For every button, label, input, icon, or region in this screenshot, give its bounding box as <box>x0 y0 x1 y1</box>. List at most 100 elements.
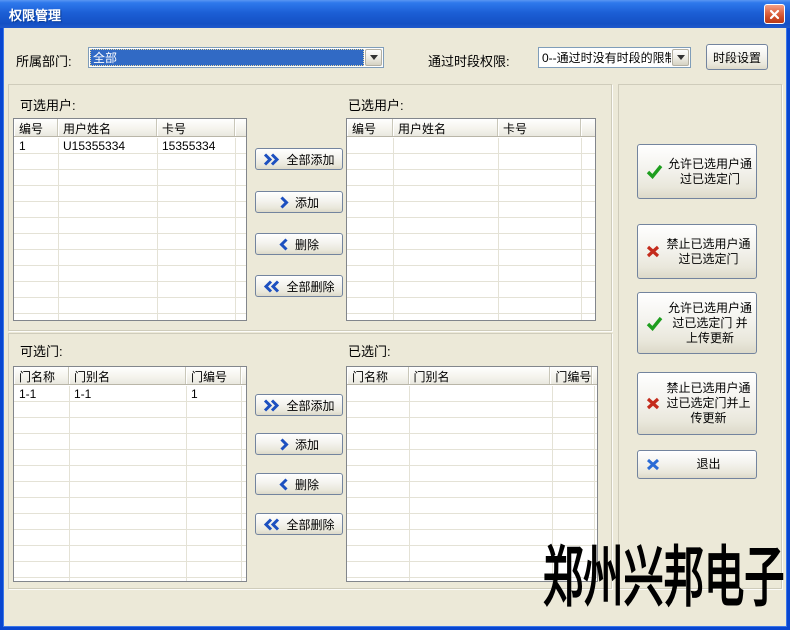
button-label: 全部删除 <box>286 278 334 295</box>
selected-doors-header: 门名称 门别名 门编号 <box>347 367 597 385</box>
available-doors-label: 可选门: <box>20 341 63 360</box>
close-button[interactable] <box>764 4 785 24</box>
column-header[interactable]: 卡号 <box>498 119 581 136</box>
column-separator <box>69 386 70 581</box>
time-settings-button[interactable]: 时段设置 <box>706 44 768 70</box>
column-header-filler <box>592 367 597 384</box>
button-label: 禁止已选用户通过已选定门并上传更新 <box>665 381 752 426</box>
column-header[interactable]: 门别名 <box>409 367 551 384</box>
permission-management-window: 权限管理 所属部门: 全部 通过时段权限: 0--通过时没有时段的限制 时段设置… <box>0 0 790 630</box>
column-separator <box>393 138 394 320</box>
button-label: 全部删除 <box>286 516 334 533</box>
cell-user-name: U15355334 <box>58 138 157 154</box>
department-label: 所属部门: <box>16 51 72 70</box>
red-x-icon <box>646 245 660 258</box>
doors-add-all-button[interactable]: 全部添加 <box>255 394 343 416</box>
available-doors-body: 1-1 1-1 1 <box>14 386 246 581</box>
cell-door-name: 1-1 <box>14 386 69 402</box>
department-selected-value: 全部 <box>90 49 364 66</box>
column-separator <box>157 138 158 320</box>
button-label: 添加 <box>295 436 319 453</box>
doors-remove-button[interactable]: 删除 <box>255 473 343 495</box>
column-header[interactable]: 编号 <box>14 119 58 136</box>
timeperiod-dropdown-button[interactable] <box>672 49 689 66</box>
doors-remove-all-button[interactable]: 全部删除 <box>255 513 343 535</box>
button-label: 禁止已选用户通过已选定门 <box>665 237 752 267</box>
doors-add-button[interactable]: 添加 <box>255 433 343 455</box>
available-users-label: 可选用户: <box>20 95 76 114</box>
exit-button[interactable]: 退出 <box>637 450 757 479</box>
column-header[interactable]: 门名称 <box>347 367 409 384</box>
available-users-table: 编号 用户姓名 卡号 1 U15355334 15355334 <box>13 118 247 321</box>
column-header-filler <box>235 119 246 136</box>
column-separator <box>498 138 499 320</box>
chevron-right-icon <box>279 196 289 209</box>
column-header-filler <box>581 119 595 136</box>
cell-card-number: 15355334 <box>157 138 235 154</box>
double-chevron-left-icon <box>263 280 280 293</box>
double-chevron-right-icon <box>263 399 280 412</box>
available-doors-table: 门名称 门别名 门编号 1-1 1-1 1 <box>13 366 247 582</box>
green-check-icon <box>646 316 663 331</box>
column-header[interactable]: 用户姓名 <box>58 119 157 136</box>
column-header[interactable]: 门别名 <box>69 367 186 384</box>
selected-users-label: 已选用户: <box>348 95 404 114</box>
deny-users-upload-button[interactable]: 禁止已选用户通过已选定门并上传更新 <box>637 372 757 435</box>
deny-users-button[interactable]: 禁止已选用户通过已选定门 <box>637 224 757 279</box>
red-x-icon <box>646 397 660 410</box>
dropdown-arrow-icon <box>677 55 685 60</box>
button-label: 添加 <box>295 194 319 211</box>
column-separator <box>58 138 59 320</box>
timeperiod-label: 通过时段权限: <box>428 51 510 70</box>
button-label: 删除 <box>295 476 319 493</box>
column-separator <box>581 138 582 320</box>
column-separator <box>241 386 242 581</box>
double-chevron-right-icon <box>263 153 280 166</box>
department-select[interactable]: 全部 <box>88 47 384 68</box>
double-chevron-left-icon <box>263 518 280 531</box>
selected-users-table: 编号 用户姓名 卡号 <box>346 118 596 321</box>
button-label: 退出 <box>665 457 752 472</box>
dropdown-arrow-icon <box>370 55 378 60</box>
selected-doors-label: 已选门: <box>348 341 391 360</box>
users-add-all-button[interactable]: 全部添加 <box>255 148 343 170</box>
users-add-button[interactable]: 添加 <box>255 191 343 213</box>
cell-door-alias: 1-1 <box>69 386 186 402</box>
timeperiod-select[interactable]: 0--通过时没有时段的限制 <box>538 47 691 68</box>
close-icon <box>769 9 780 20</box>
table-row[interactable]: 1-1 1-1 1 <box>14 386 246 402</box>
column-header[interactable]: 用户姓名 <box>393 119 498 136</box>
button-label: 全部添加 <box>286 151 334 168</box>
column-separator <box>409 386 410 581</box>
column-header[interactable]: 编号 <box>347 119 393 136</box>
available-users-header: 编号 用户姓名 卡号 <box>14 119 246 137</box>
chevron-right-icon <box>279 438 289 451</box>
column-separator <box>186 386 187 581</box>
department-dropdown-button[interactable] <box>365 49 382 66</box>
allow-users-button[interactable]: 允许已选用户通过已选定门 <box>637 144 757 199</box>
cell-door-number: 1 <box>186 386 241 402</box>
cell-user-id: 1 <box>14 138 58 154</box>
selected-users-header: 编号 用户姓名 卡号 <box>347 119 595 137</box>
blue-x-icon <box>646 458 660 471</box>
column-header-filler <box>241 367 246 384</box>
allow-users-upload-button[interactable]: 允许已选用户通过已选定门 并上传更新 <box>637 292 757 354</box>
column-header[interactable]: 门编号 <box>186 367 241 384</box>
column-header[interactable]: 门名称 <box>14 367 69 384</box>
users-remove-button[interactable]: 删除 <box>255 233 343 255</box>
titlebar: 权限管理 <box>0 0 790 28</box>
green-check-icon <box>646 164 663 179</box>
users-remove-all-button[interactable]: 全部删除 <box>255 275 343 297</box>
selected-users-body <box>347 138 595 320</box>
available-doors-header: 门名称 门别名 门编号 <box>14 367 246 385</box>
button-label: 删除 <box>295 236 319 253</box>
column-header[interactable]: 卡号 <box>157 119 235 136</box>
column-header[interactable]: 门编号 <box>550 367 592 384</box>
window-title: 权限管理 <box>0 5 61 24</box>
column-separator <box>235 138 236 320</box>
chevron-left-icon <box>279 238 289 251</box>
watermark: 郑州兴邦电子 <box>543 524 785 620</box>
table-row[interactable]: 1 U15355334 15355334 <box>14 138 246 154</box>
available-users-body: 1 U15355334 15355334 <box>14 138 246 320</box>
button-label: 允许已选用户通过已选定门 <box>668 157 752 187</box>
